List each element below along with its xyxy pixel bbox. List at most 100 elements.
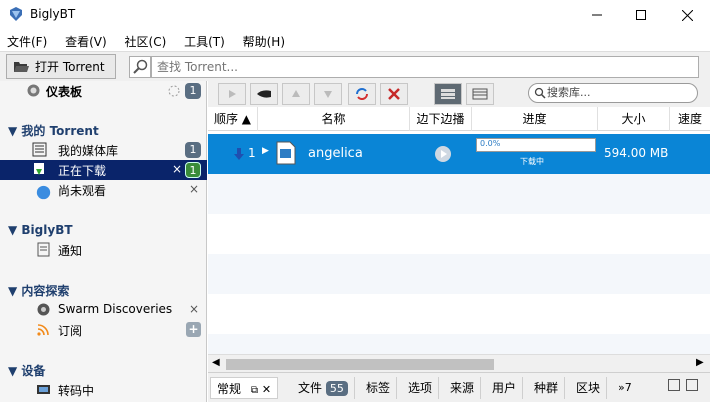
add-subscription-button[interactable]: +	[186, 322, 201, 337]
tab-options[interactable]: 选项	[402, 377, 440, 399]
column-order[interactable]: 顺序 ▲	[208, 107, 258, 131]
tab-swarm[interactable]: 种群	[528, 377, 566, 399]
sidebar-header-label: BiglyBT	[21, 223, 73, 237]
sidebar-item-label: 尚未观看	[58, 184, 107, 198]
sidebar-item-label: 转码中	[58, 384, 95, 398]
column-name[interactable]: 名称	[258, 107, 410, 131]
maximize-button[interactable]	[618, 0, 664, 30]
menu-view[interactable]: 查看(V)	[51, 30, 107, 50]
menu-bar: 文件(F) 查看(V) 社区(C) 工具(T) 帮助(H)	[0, 30, 710, 51]
find-search-button[interactable]	[129, 56, 151, 78]
close-icon[interactable]: ✕	[262, 383, 271, 396]
column-progress[interactable]: 进度	[472, 107, 598, 131]
stop-hand-icon	[257, 90, 271, 98]
view-simple-button[interactable]	[466, 83, 494, 105]
sidebar-group-biglybt[interactable]: ▼ BiglyBT	[0, 220, 207, 240]
sidebar-group-my-torrents[interactable]: ▼ 我的 Torrent	[0, 120, 207, 140]
close-icon[interactable]: ×	[189, 302, 199, 316]
menu-tools[interactable]: 工具(T)	[170, 30, 225, 50]
find-torrent-input[interactable]	[151, 56, 699, 78]
sidebar-group-discovery[interactable]: ▼ 内容探索	[0, 280, 207, 300]
tab-tags[interactable]: 标签	[360, 377, 398, 399]
swarm-icon	[37, 303, 50, 316]
table-view-icon	[472, 88, 488, 100]
start-button[interactable]	[218, 83, 246, 105]
column-speed[interactable]: 速度	[670, 107, 710, 131]
close-button[interactable]	[664, 0, 710, 30]
tab-sources[interactable]: 来源	[444, 377, 482, 399]
popout-icon[interactable]: ⧉	[251, 385, 258, 396]
close-icon	[681, 9, 693, 21]
scroll-right-icon[interactable]: ▶	[696, 357, 704, 368]
tab-more[interactable]: »7	[612, 377, 638, 399]
sidebar-header-label: 我的 Torrent	[21, 123, 99, 138]
sidebar-item-label: 订阅	[58, 324, 83, 338]
sidebar-item-label: Swarm Discoveries	[58, 302, 173, 316]
tab-users[interactable]: 用户	[486, 377, 524, 399]
files-count-badge: 55	[325, 381, 348, 396]
downloading-count-badge: 1	[185, 162, 201, 178]
minimize-button[interactable]	[574, 0, 620, 30]
detail-tabs: 常规 ⧉ ✕ 文件 55 标签 选项 来源 用户 种群 区块 »7	[208, 372, 710, 402]
sidebar-item-subscriptions[interactable]: 订阅 +	[0, 320, 207, 340]
recheck-button[interactable]	[348, 83, 376, 105]
maximize-icon	[636, 10, 646, 20]
close-icon[interactable]: ×	[189, 182, 199, 196]
sidebar-item-transcoding[interactable]: 转码中	[0, 380, 207, 400]
scroll-left-icon[interactable]: ◀	[212, 357, 220, 368]
remove-button[interactable]	[380, 83, 408, 105]
scrollbar-thumb[interactable]	[226, 359, 494, 370]
loading-spinner-icon	[168, 85, 180, 97]
empty-row	[208, 254, 710, 294]
sidebar-item-library[interactable]: 我的媒体库 1	[0, 140, 207, 160]
arrow-up-icon	[292, 90, 300, 97]
open-torrent-button[interactable]: 打开 Torrent	[6, 54, 116, 79]
notification-icon	[37, 242, 50, 257]
folder-open-icon	[14, 61, 29, 72]
search-icon	[534, 87, 546, 99]
sidebar-item-swarm-discoveries[interactable]: Swarm Discoveries ×	[0, 300, 207, 320]
restore-panel-icon[interactable]	[686, 379, 698, 391]
empty-row	[208, 334, 710, 354]
library-search-input[interactable]: 搜索库...	[528, 83, 698, 103]
sidebar-header-my-torrents: ▼ 我的 Torrent	[8, 123, 99, 138]
list-view-icon	[441, 89, 455, 99]
sidebar-item-label: 正在下载	[58, 164, 107, 178]
maximize-panel-icon[interactable]	[668, 379, 680, 391]
sidebar-header-devices: ▼ 设备	[8, 363, 46, 378]
status-text: 下载中	[520, 157, 544, 166]
play-icon	[229, 90, 236, 98]
progress-bar: 0.0%	[476, 138, 596, 152]
search-icon	[133, 59, 148, 74]
sidebar-item-dashboard[interactable]: 仪表板 1	[0, 81, 207, 101]
stop-button[interactable]	[250, 83, 278, 105]
tab-label: 常规	[217, 382, 242, 396]
tab-general[interactable]: 常规 ⧉ ✕	[210, 377, 279, 399]
sidebar-item-notifications[interactable]: 通知	[0, 240, 207, 260]
column-size[interactable]: 大小	[598, 107, 670, 131]
sidebar-group-devices[interactable]: ▼ 设备	[0, 360, 207, 380]
horizontal-scrollbar[interactable]: ◀ ▶	[208, 354, 710, 372]
table-row[interactable]: 1 ▶ angelica 0.0% 下载中 594.00 MB	[208, 134, 710, 174]
torrent-order: 1	[248, 146, 256, 160]
menu-file[interactable]: 文件(F)	[0, 30, 47, 50]
library-count-badge: 1	[185, 142, 201, 158]
tab-files[interactable]: 文件 55	[292, 377, 355, 399]
menu-community[interactable]: 社区(C)	[111, 30, 167, 50]
move-down-button[interactable]	[314, 83, 342, 105]
column-stream[interactable]: 边下边播	[410, 107, 472, 131]
arrow-down-icon	[324, 91, 332, 98]
dashboard-icon	[27, 84, 40, 97]
play-stream-icon[interactable]	[434, 145, 452, 163]
tab-pieces[interactable]: 区块	[570, 377, 608, 399]
sidebar-item-downloading[interactable]: 正在下载 × 1	[0, 160, 207, 180]
library-view: 搜索库... 顺序 ▲ 名称 边下边播 进度 大小 速度 1 ▶ angelic…	[208, 81, 710, 402]
move-up-button[interactable]	[282, 83, 310, 105]
delete-x-icon	[388, 88, 400, 100]
biglybt-logo-icon	[10, 7, 22, 21]
sidebar-item-unwatched[interactable]: 尚未观看 ×	[0, 180, 207, 200]
expand-arrow-icon[interactable]: ▶	[262, 146, 269, 156]
menu-help[interactable]: 帮助(H)	[229, 30, 285, 50]
close-icon[interactable]: ×	[172, 162, 182, 176]
view-detailed-button[interactable]	[434, 83, 462, 105]
